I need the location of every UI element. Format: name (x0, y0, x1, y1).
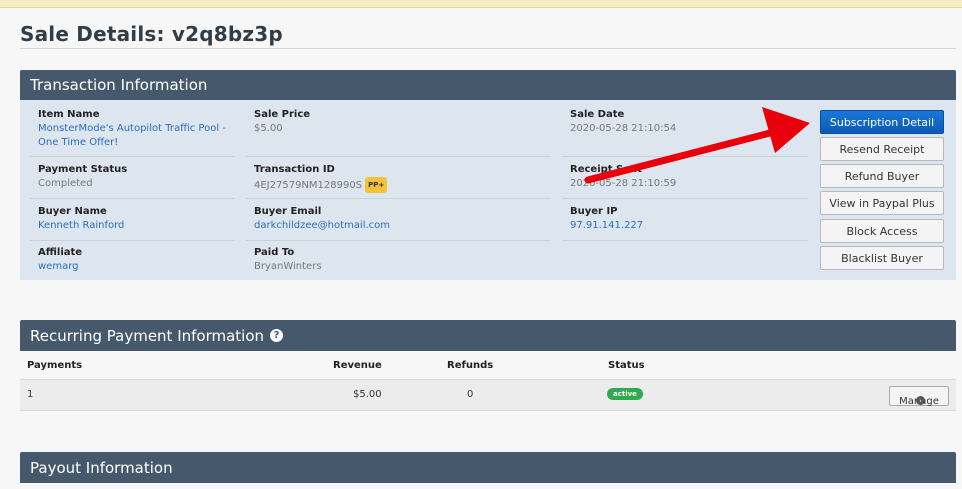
item-name-label: Item Name (38, 109, 100, 120)
transaction-panel-title: Transaction Information (30, 76, 208, 94)
transaction-id-field: Transaction ID 4EJ27579NM128990S PP+ (254, 164, 544, 193)
buyer-name-label: Buyer Name (38, 206, 107, 217)
col-status: Status (608, 360, 645, 371)
buyer-email-label: Buyer Email (254, 206, 322, 217)
top-notice-bar (0, 0, 962, 8)
buyer-ip-link[interactable]: 97.91.141.227 (570, 219, 800, 233)
recurring-table-header: Payments Revenue Refunds Status (20, 351, 956, 379)
sale-price-field: Sale Price $5.00 (254, 109, 544, 136)
item-name-link[interactable]: MonsterMode's Autopilot Traffic Pool - O… (38, 122, 228, 150)
transaction-panel-header: Transaction Information (20, 70, 956, 100)
payout-panel-title: Payout Information (30, 458, 173, 477)
row-divider (246, 240, 551, 241)
paid-to-value: BryanWinters (254, 261, 322, 272)
view-paypal-plus-button[interactable]: View in Paypal Plus (820, 191, 944, 215)
receipt-sent-field: Receipt Sent 2020-05-28 21:10:59 (570, 164, 800, 191)
chevron-right-icon: › (916, 396, 925, 405)
status-badge: active (607, 388, 643, 400)
paid-to-field: Paid To BryanWinters (254, 247, 544, 274)
item-name-field: Item Name MonsterMode's Autopilot Traffi… (38, 109, 228, 150)
block-access-button[interactable]: Block Access (820, 219, 944, 243)
sale-date-value: 2020-05-28 21:10:54 (570, 123, 677, 134)
payment-status-field: Payment Status Completed (38, 164, 228, 191)
affiliate-link[interactable]: wemarg (38, 260, 228, 274)
refunds-value: 0 (467, 389, 474, 400)
transaction-id-row: 4EJ27579NM128990S PP+ (254, 177, 544, 193)
sale-price-label: Sale Price (254, 109, 311, 120)
affiliate-label: Affiliate (38, 247, 83, 258)
page-title: Sale Details: v2q8bz3p (20, 22, 283, 46)
blacklist-buyer-button[interactable]: Blacklist Buyer (820, 246, 944, 270)
subscription-detail-button[interactable]: Subscription Detail (820, 110, 944, 134)
row-divider (246, 198, 551, 199)
col-revenue: Revenue (333, 360, 382, 371)
table-row: 1 $5.00 0 active Manage › (20, 379, 956, 411)
payout-panel-header: Payout Information (20, 452, 956, 483)
resend-receipt-button[interactable]: Resend Receipt (820, 137, 944, 161)
row-divider (246, 156, 551, 157)
refund-buyer-button[interactable]: Refund Buyer (820, 164, 944, 188)
buyer-name-field: Buyer Name Kenneth Rainford (38, 206, 228, 233)
buyer-email-link[interactable]: darkchildzee@hotmail.com (254, 219, 544, 233)
receipt-sent-value: 2020-05-28 21:10:59 (570, 178, 677, 189)
col-payments: Payments (27, 360, 83, 371)
payments-count: 1 (27, 389, 34, 400)
buyer-ip-label: Buyer IP (570, 206, 618, 217)
manage-button[interactable]: Manage › (889, 386, 949, 407)
recurring-panel-header: Recurring Payment Information ? (20, 320, 956, 351)
paypal-plus-badge[interactable]: PP+ (365, 177, 388, 193)
row-divider (562, 240, 808, 241)
title-divider (20, 48, 956, 49)
payment-status-value: Completed (38, 178, 93, 189)
row-divider (30, 156, 235, 157)
col-refunds: Refunds (447, 360, 494, 371)
row-divider (30, 198, 235, 199)
affiliate-field: Affiliate wemarg (38, 247, 228, 274)
buyer-ip-field: Buyer IP 97.91.141.227 (570, 206, 800, 233)
receipt-sent-label: Receipt Sent (570, 164, 642, 175)
buyer-name-link[interactable]: Kenneth Rainford (38, 219, 228, 233)
sale-price-value: $5.00 (254, 123, 283, 134)
help-icon[interactable]: ? (270, 329, 284, 342)
row-divider (30, 240, 235, 241)
buyer-email-field: Buyer Email darkchildzee@hotmail.com (254, 206, 544, 233)
row-divider (562, 156, 808, 157)
row-divider (562, 198, 808, 199)
revenue-value: $5.00 (353, 389, 382, 400)
recurring-panel-title: Recurring Payment Information (30, 326, 265, 345)
sale-date-field: Sale Date 2020-05-28 21:10:54 (570, 109, 800, 136)
transaction-id-label: Transaction ID (254, 164, 335, 175)
paid-to-label: Paid To (254, 247, 295, 258)
transaction-id-value: 4EJ27579NM128990S (254, 180, 363, 191)
sale-date-label: Sale Date (570, 109, 625, 120)
payment-status-label: Payment Status (38, 164, 128, 175)
